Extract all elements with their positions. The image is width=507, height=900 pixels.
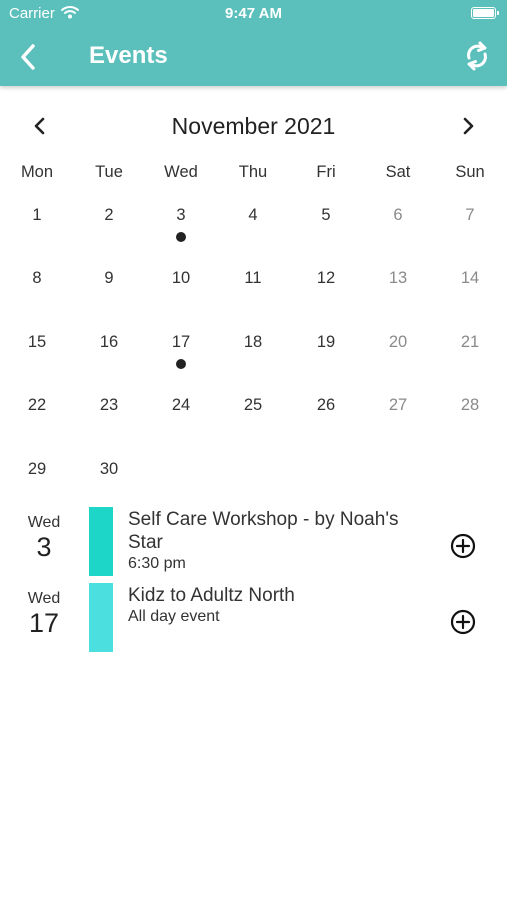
day-number: 5 bbox=[321, 206, 331, 224]
weekday-label-sun: Sun bbox=[455, 163, 485, 181]
battery-icon bbox=[471, 7, 499, 19]
day-number: 28 bbox=[460, 396, 480, 414]
calendar-day-29[interactable]: 29 bbox=[1, 460, 73, 500]
day-number: 19 bbox=[316, 333, 336, 351]
day-number: 23 bbox=[99, 396, 119, 414]
refresh-icon[interactable] bbox=[462, 40, 492, 72]
day-number: 7 bbox=[465, 206, 475, 224]
calendar-day-28[interactable]: 28 bbox=[434, 396, 506, 436]
day-number: 11 bbox=[244, 269, 262, 287]
calendar-day-2[interactable]: 2 bbox=[73, 206, 145, 246]
day-number: 25 bbox=[243, 396, 263, 414]
calendar-day-24[interactable]: 24 bbox=[145, 396, 217, 436]
calendar-day-22[interactable]: 22 bbox=[1, 396, 73, 436]
day-number: 13 bbox=[388, 269, 408, 287]
calendar-day-15[interactable]: 15 bbox=[1, 333, 73, 373]
day-number: 15 bbox=[27, 333, 47, 351]
day-number: 3 bbox=[176, 206, 186, 224]
add-to-calendar-icon[interactable] bbox=[448, 531, 478, 561]
day-number: 14 bbox=[460, 269, 480, 287]
calendar-day-21[interactable]: 21 bbox=[434, 333, 506, 373]
weekday-label-thu: Thu bbox=[238, 163, 268, 181]
weekday-label-mon: Mon bbox=[20, 163, 54, 181]
day-number: 22 bbox=[27, 396, 47, 414]
calendar-day-1[interactable]: 1 bbox=[1, 206, 73, 246]
calendar-day-10[interactable]: 10 bbox=[145, 269, 217, 309]
status-bar: Carrier 9:47 AM bbox=[0, 0, 507, 28]
event-time: 6:30 pm bbox=[128, 555, 186, 572]
calendar-day-14[interactable]: 14 bbox=[434, 269, 506, 309]
event-title: Kidz to Adultz North bbox=[128, 585, 295, 606]
day-number: 27 bbox=[388, 396, 408, 414]
day-number: 8 bbox=[32, 269, 42, 287]
add-to-calendar-icon[interactable] bbox=[448, 607, 478, 637]
day-number: 10 bbox=[171, 269, 191, 287]
calendar-day-8[interactable]: 8 bbox=[1, 269, 73, 309]
event-indicator-dot bbox=[176, 232, 186, 242]
app-header: Carrier 9:47 AM Events bbox=[0, 0, 507, 86]
weekday-label-fri: Fri bbox=[316, 163, 336, 181]
calendar-day-13[interactable]: 13 bbox=[362, 269, 434, 309]
day-number: 9 bbox=[104, 269, 114, 287]
calendar-day-25[interactable]: 25 bbox=[217, 396, 289, 436]
calendar-day-3[interactable]: 3 bbox=[145, 206, 217, 246]
day-number: 2 bbox=[104, 206, 114, 224]
day-number: 30 bbox=[99, 460, 119, 478]
chevron-right-icon bbox=[463, 117, 474, 135]
event-title: Self Care Workshop - by Noah's Star bbox=[128, 509, 399, 553]
event-indicator-dot bbox=[176, 359, 186, 369]
weekday-header-row: Mon Tue Wed Thu Fri Sat Sun bbox=[0, 163, 507, 187]
month-title: November 2021 bbox=[171, 113, 336, 139]
day-number: 26 bbox=[316, 396, 336, 414]
day-number: 20 bbox=[388, 333, 408, 351]
day-number: 17 bbox=[171, 333, 191, 351]
day-number: 4 bbox=[248, 206, 258, 224]
calendar-day-26[interactable]: 26 bbox=[290, 396, 362, 436]
next-month-button[interactable] bbox=[448, 106, 488, 146]
day-number: 6 bbox=[393, 206, 403, 224]
event-list-item[interactable]: Wed 17 Kidz to Adultz North All day event bbox=[0, 583, 507, 660]
event-day-number: 3 bbox=[36, 532, 52, 562]
event-color-bar bbox=[89, 583, 113, 652]
event-color-bar bbox=[89, 507, 113, 576]
day-number: 18 bbox=[243, 333, 263, 351]
weekday-label-wed: Wed bbox=[164, 163, 198, 181]
day-number: 1 bbox=[32, 206, 42, 224]
day-number: 16 bbox=[99, 333, 119, 351]
day-number: 21 bbox=[460, 333, 480, 351]
calendar-day-6[interactable]: 6 bbox=[362, 206, 434, 246]
calendar-day-30[interactable]: 30 bbox=[73, 460, 145, 500]
calendar-day-18[interactable]: 18 bbox=[217, 333, 289, 373]
calendar-day-20[interactable]: 20 bbox=[362, 333, 434, 373]
page-title: Events bbox=[89, 42, 168, 69]
calendar-day-11[interactable]: 11 bbox=[217, 269, 289, 309]
status-time: 9:47 AM bbox=[225, 5, 282, 22]
weekday-label-tue: Tue bbox=[95, 163, 123, 181]
event-time: All day event bbox=[128, 608, 220, 625]
calendar-day-4[interactable]: 4 bbox=[217, 206, 289, 246]
day-number: 29 bbox=[27, 460, 47, 478]
event-day-number: 17 bbox=[28, 608, 60, 638]
calendar-day-23[interactable]: 23 bbox=[73, 396, 145, 436]
calendar-day-19[interactable]: 19 bbox=[290, 333, 362, 373]
day-number: 12 bbox=[316, 269, 336, 287]
calendar-day-17[interactable]: 17 bbox=[145, 333, 217, 373]
calendar-day-12[interactable]: 12 bbox=[290, 269, 362, 309]
back-button[interactable] bbox=[14, 42, 44, 72]
calendar-day-9[interactable]: 9 bbox=[73, 269, 145, 309]
event-list-item[interactable]: Wed 3 Self Care Workshop - by Noah's Star 6… bbox=[0, 507, 507, 584]
calendar-day-5[interactable]: 5 bbox=[290, 206, 362, 246]
weekday-label-sat: Sat bbox=[385, 163, 411, 181]
event-weekday: Wed bbox=[27, 514, 61, 531]
calendar-day-16[interactable]: 16 bbox=[73, 333, 145, 373]
calendar-day-7[interactable]: 7 bbox=[434, 206, 506, 246]
event-weekday: Wed bbox=[27, 590, 61, 607]
day-number: 24 bbox=[171, 396, 191, 414]
calendar-day-27[interactable]: 27 bbox=[362, 396, 434, 436]
